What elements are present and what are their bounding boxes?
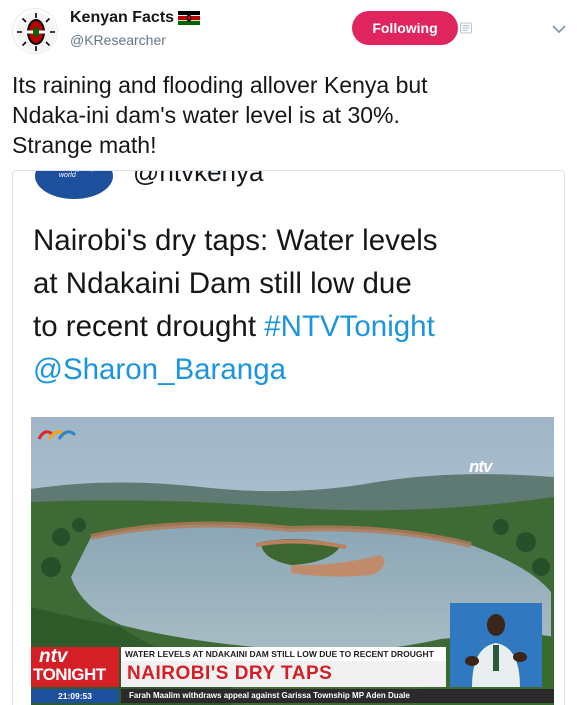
tweet-header: Kenyan Facts @KResearcher Following bbox=[0, 0, 577, 62]
hashtag-link: #NTVTonight bbox=[264, 310, 435, 343]
ntv-tagline: turning on your world bbox=[59, 171, 106, 179]
display-name[interactable]: Kenyan Facts bbox=[70, 9, 174, 27]
tweet-line: Strange math! bbox=[12, 132, 157, 158]
embedded-text-line: at Ndakaini Dam still low due bbox=[33, 267, 412, 300]
tweet-media-image[interactable]: turning on your world @ntvkenya Nairobi'… bbox=[12, 170, 565, 705]
kenya-emblem-icon bbox=[16, 12, 56, 52]
mention-link: @Sharon_Baranga bbox=[33, 353, 287, 386]
dam-video-still: ntv ntv TONIGHT WATER LEVELS AT NDAKAINI… bbox=[31, 417, 554, 705]
tweet-line: Ndaka-ini dam's water level is at 30%. bbox=[12, 102, 400, 128]
embedded-tweet-text: Nairobi's dry taps: Water levels at Ndak… bbox=[33, 219, 553, 391]
notifications-muted-icon[interactable] bbox=[460, 22, 472, 34]
embedded-tweet-header: turning on your world @ntvkenya bbox=[13, 171, 564, 201]
tonight-logo-text: TONIGHT bbox=[33, 665, 106, 684]
news-subheadline: WATER LEVELS AT NDAKAINI DAM STILL LOW D… bbox=[121, 647, 446, 661]
display-name-row[interactable]: Kenyan Facts bbox=[70, 9, 201, 27]
news-lower-third: ntv TONIGHT WATER LEVELS AT NDAKAINI DAM… bbox=[31, 647, 554, 703]
kenya-flag-icon bbox=[178, 11, 201, 25]
ntv-tonight-logo: ntv TONIGHT bbox=[31, 647, 119, 687]
news-headline: NAIROBI'S DRY TAPS bbox=[121, 661, 446, 687]
embedded-text-line: to recent drought #NTVTonight bbox=[33, 310, 435, 343]
following-button[interactable]: Following bbox=[352, 11, 458, 45]
tweet-line: Its raining and flooding allover Kenya b… bbox=[12, 72, 428, 98]
avatar[interactable] bbox=[12, 8, 58, 54]
account-handle[interactable]: @KResearcher bbox=[70, 32, 166, 48]
embedded-text-line: @Sharon_Baranga bbox=[33, 348, 553, 391]
embedded-handle: @ntvkenya bbox=[133, 171, 264, 187]
news-clock: 21:09:53 bbox=[31, 689, 119, 703]
ntv-watermark-logo bbox=[37, 430, 77, 440]
chevron-down-icon[interactable] bbox=[552, 24, 566, 34]
ntv-logo-text: ntv bbox=[39, 646, 68, 667]
ntv-watermark-text: ntv bbox=[469, 457, 492, 476]
ntv-logo: turning on your world bbox=[35, 171, 113, 199]
news-ticker: Farah Maalim withdraws appeal against Ga… bbox=[121, 689, 554, 703]
embedded-text-line: Nairobi's dry taps: Water levels bbox=[33, 224, 438, 257]
tweet-text: Its raining and flooding allover Kenya b… bbox=[12, 70, 562, 160]
